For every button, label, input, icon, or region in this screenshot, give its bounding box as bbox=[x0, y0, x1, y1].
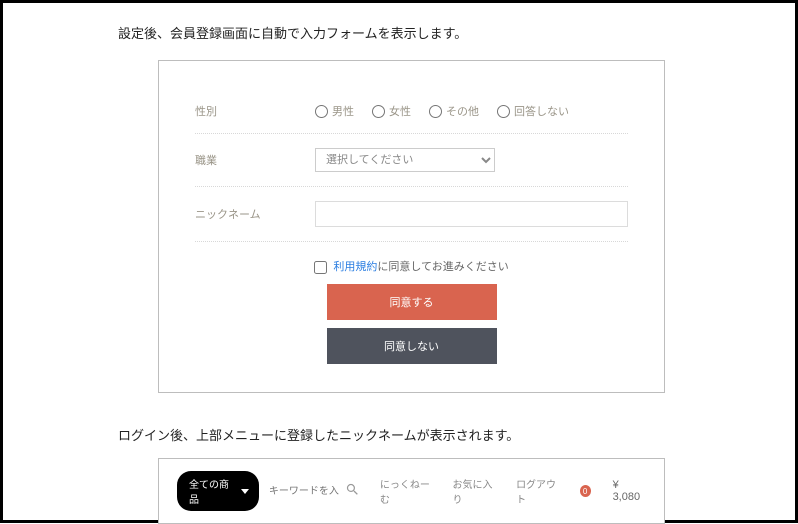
nickname-input[interactable] bbox=[315, 201, 628, 227]
occupation-select[interactable]: 選択してください bbox=[315, 148, 495, 172]
radio-other[interactable]: その他 bbox=[429, 103, 479, 119]
row-occupation: 職業 選択してください bbox=[195, 134, 628, 187]
header-preview-panel: 全ての商品 にっくねーむ お気に入り ログアウト 0 ¥ 3,080 bbox=[158, 458, 665, 524]
terms-link[interactable]: 利用規約 bbox=[333, 261, 377, 273]
radio-female[interactable]: 女性 bbox=[372, 103, 411, 119]
gender-radios: 男性 女性 その他 回答しない bbox=[315, 103, 628, 119]
agree-suffix: に同意してお進みください bbox=[377, 261, 508, 273]
cart-badge[interactable]: 0 bbox=[580, 485, 591, 497]
header-price: ¥ 3,080 bbox=[613, 479, 646, 503]
row-gender: 性別 男性 女性 その他 回答しない bbox=[195, 89, 628, 134]
row-nickname: ニックネーム bbox=[195, 187, 628, 242]
caption-header: ログイン後、上部メニューに登録したニックネームが表示されます。 bbox=[118, 425, 795, 444]
category-pill[interactable]: 全ての商品 bbox=[177, 471, 259, 511]
disagree-button[interactable]: 同意しない bbox=[327, 328, 497, 364]
radio-noanswer[interactable]: 回答しない bbox=[497, 103, 569, 119]
header-logout[interactable]: ログアウト bbox=[516, 476, 562, 506]
label-gender: 性別 bbox=[195, 103, 315, 119]
label-occupation: 職業 bbox=[195, 152, 315, 168]
header-favorite[interactable]: お気に入り bbox=[453, 476, 499, 506]
category-label: 全ての商品 bbox=[189, 476, 235, 506]
chevron-down-icon bbox=[241, 489, 249, 494]
header-nickname[interactable]: にっくねーむ bbox=[380, 476, 435, 506]
search-box bbox=[269, 482, 360, 500]
agree-area: 利用規約に同意してお進みください bbox=[195, 258, 628, 274]
search-input[interactable] bbox=[269, 486, 339, 497]
registration-form-panel: 性別 男性 女性 その他 回答しない 職業 選択してください ニックネーム bbox=[158, 60, 665, 393]
label-nickname: ニックネーム bbox=[195, 206, 315, 222]
agree-checkbox[interactable] bbox=[314, 261, 327, 274]
agree-button[interactable]: 同意する bbox=[327, 284, 497, 320]
caption-form: 設定後、会員登録画面に自動で入力フォームを表示します。 bbox=[118, 23, 795, 42]
header-menu: にっくねーむ お気に入り ログアウト 0 ¥ 3,080 bbox=[380, 476, 646, 506]
radio-male[interactable]: 男性 bbox=[315, 103, 354, 119]
search-icon[interactable] bbox=[345, 482, 360, 500]
